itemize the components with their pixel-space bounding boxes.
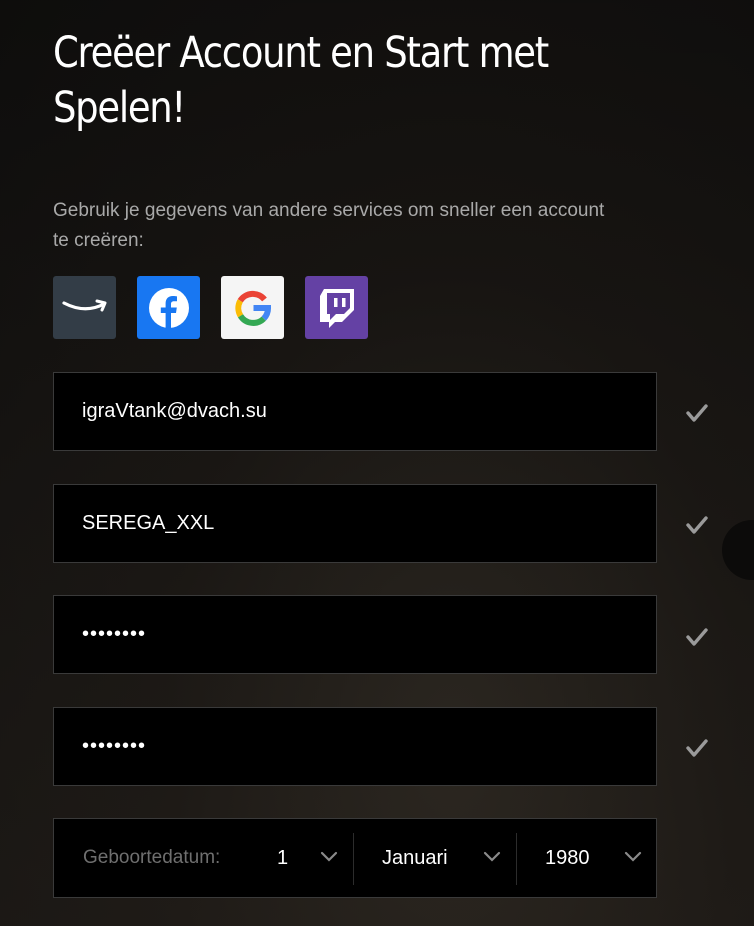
month-chevron-down-icon[interactable] (483, 851, 501, 863)
email-valid-check-icon (686, 404, 708, 422)
day-chevron-down-icon[interactable] (320, 851, 338, 863)
day-select-value[interactable]: 1 (277, 819, 288, 897)
background (0, 0, 754, 926)
page-title: Creëer Account en Start met Spelen! (53, 28, 549, 133)
password-valid-check-icon (686, 628, 708, 646)
username-field[interactable] (53, 484, 657, 563)
month-select-value[interactable]: Januari (382, 819, 448, 897)
social-login-buttons (53, 276, 368, 339)
password-masked-value[interactable]: •••••••• (82, 596, 146, 673)
birthdate-field: Geboortedatum: 1 Januari 1980 (53, 818, 657, 898)
facebook-icon (148, 287, 189, 328)
username-input[interactable] (82, 485, 622, 562)
password-field[interactable]: •••••••• (53, 595, 657, 674)
email-input[interactable] (82, 373, 622, 450)
birthdate-label: Geboortedatum: (83, 847, 221, 868)
social-login-intro: Gebruik je gegevens van andere services … (53, 200, 605, 251)
twitch-icon (319, 288, 354, 328)
password-confirm-masked-value[interactable]: •••••••• (82, 708, 146, 785)
year-chevron-down-icon[interactable] (624, 851, 642, 863)
amazon-login-button[interactable] (53, 276, 116, 339)
year-select-value[interactable]: 1980 (545, 819, 590, 897)
facebook-login-button[interactable] (137, 276, 200, 339)
divider (516, 833, 517, 885)
email-field[interactable] (53, 372, 657, 451)
password-confirm-valid-check-icon (686, 739, 708, 757)
username-valid-check-icon (686, 516, 708, 534)
twitch-login-button[interactable] (305, 276, 368, 339)
google-icon (234, 290, 271, 326)
divider (353, 833, 354, 885)
amazon-icon (61, 299, 106, 311)
password-confirm-field[interactable]: •••••••• (53, 707, 657, 786)
google-login-button[interactable] (221, 276, 284, 339)
